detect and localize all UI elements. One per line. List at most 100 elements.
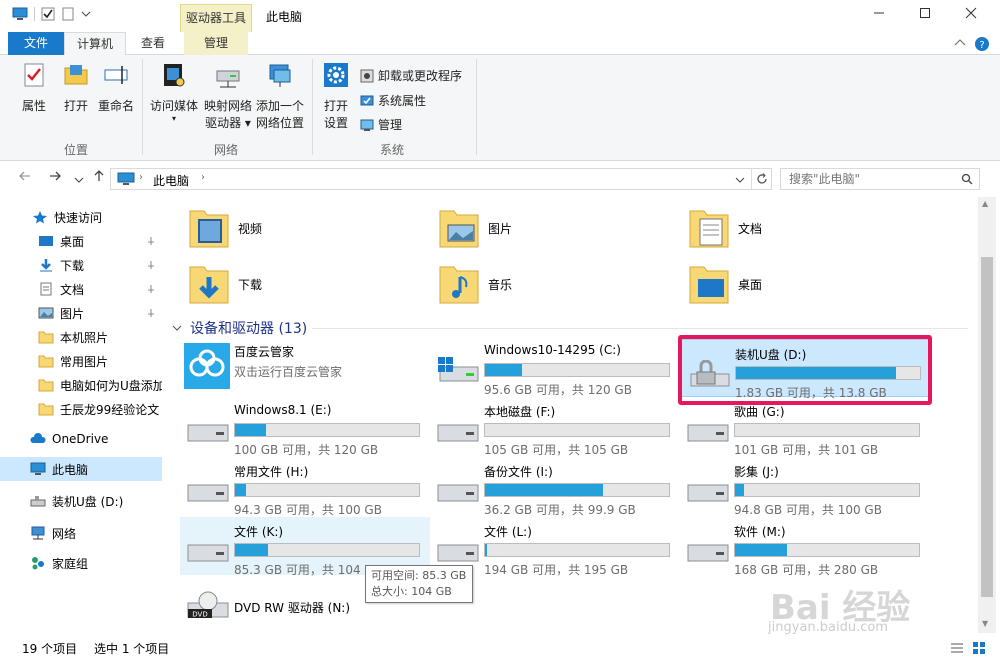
new-folder-icon[interactable] (61, 7, 75, 21)
breadcrumb[interactable]: 此电脑 (153, 172, 189, 189)
devices-section-header[interactable]: 设备和驱动器 (13) (172, 318, 307, 338)
drive-i-usage-bar (484, 483, 670, 497)
details-view-icon[interactable] (950, 641, 964, 655)
folder-documents[interactable]: 文档 (688, 203, 888, 253)
properties-button[interactable]: 属性 (14, 61, 54, 115)
search-input[interactable] (789, 170, 959, 188)
arrow-left-icon (19, 171, 30, 181)
windows-drive-icon (438, 357, 479, 382)
computer-icon[interactable] (12, 7, 28, 21)
hard-drive-icon (437, 424, 479, 442)
tab-view[interactable]: 查看 (128, 32, 178, 55)
open-settings-button[interactable]: 打开 设置 (318, 61, 354, 132)
picture-folder-icon (439, 210, 479, 248)
up-button[interactable] (92, 169, 106, 187)
close-button[interactable] (948, 0, 994, 30)
open-folder-icon (64, 65, 88, 85)
nav-network[interactable]: 网络 (0, 521, 162, 545)
folder-icon (38, 355, 54, 368)
nav-this-pc[interactable]: 此电脑 (0, 457, 162, 481)
gear-icon (324, 63, 348, 87)
back-button[interactable] (18, 169, 32, 187)
folder-music[interactable]: 音乐 (438, 259, 638, 309)
vertical-scrollbar[interactable]: ▲ ▼ (978, 197, 996, 633)
breadcrumb-chevron-icon[interactable]: › (201, 172, 205, 183)
minimize-icon (874, 12, 884, 14)
uninstall-programs-button[interactable]: 卸载或更改程序 (360, 67, 462, 84)
nav-folder-renchenlong[interactable]: 壬辰龙99经验论文 (0, 397, 162, 421)
chevron-down-icon[interactable] (735, 175, 745, 185)
add-network-location-button[interactable]: 添加一个 网络位置 (254, 61, 306, 132)
nav-folder-howto-usb[interactable]: 电脑如何为U盘添加 (0, 373, 162, 397)
nav-onedrive[interactable]: OneDrive (0, 427, 162, 451)
drive-j-usage-bar (734, 483, 920, 497)
folder-downloads[interactable]: 下载 (188, 259, 388, 309)
homegroup-icon (32, 557, 44, 570)
hard-drive-icon (687, 424, 729, 442)
chevron-up-icon[interactable] (954, 38, 966, 48)
drive-j[interactable]: 影集 (J:) 94.8 GB 可用，共 100 GB (680, 457, 930, 517)
nav-downloads[interactable]: 下载 (0, 253, 162, 277)
drive-i[interactable]: 备份文件 (I:) 36.2 GB 可用，共 99.9 GB (430, 457, 680, 517)
maximize-button[interactable] (902, 0, 948, 30)
hard-drive-icon (187, 424, 229, 442)
nav-pictures[interactable]: 图片 (0, 301, 162, 325)
scrollbar-thumb[interactable] (981, 257, 993, 597)
drive-e[interactable]: Windows8.1 (E:) 100 GB 可用，共 120 GB (180, 397, 430, 457)
tab-manage[interactable]: 管理 (184, 32, 248, 55)
network-group-label: 网络 (214, 143, 239, 157)
nav-folder-common-pics[interactable]: 常用图片 (0, 349, 162, 373)
manage-button[interactable]: 管理 (360, 116, 402, 133)
rename-button[interactable]: 重命名 (96, 61, 136, 115)
pin-icon[interactable] (146, 284, 156, 294)
nav-usb-drive[interactable]: 装机U盘 (D:) (0, 489, 162, 513)
search-icon[interactable] (961, 173, 973, 185)
network-location-icon (269, 64, 291, 87)
scroll-up-icon[interactable]: ▲ (982, 199, 988, 208)
forward-button[interactable] (48, 169, 62, 187)
properties-check-icon[interactable] (41, 7, 55, 21)
nav-documents[interactable]: 文档 (0, 277, 162, 301)
drive-g[interactable]: 歌曲 (G:) 101 GB 可用，共 101 GB (680, 397, 930, 457)
baidu-cloud-icon (184, 343, 230, 389)
manage-icon (360, 119, 374, 131)
address-bar[interactable]: › 此电脑 › (110, 168, 772, 190)
pin-icon[interactable] (146, 260, 156, 270)
hard-drive-icon (437, 484, 479, 502)
pin-icon[interactable] (146, 308, 156, 318)
media-icon (164, 64, 185, 87)
drive-l-usage-bar (484, 543, 670, 557)
minimize-button[interactable] (856, 0, 902, 30)
hard-drive-icon (687, 484, 729, 502)
refresh-icon[interactable] (755, 172, 769, 186)
tab-computer[interactable]: 计算机 (64, 32, 126, 56)
nav-homegroup[interactable]: 家庭组 (0, 551, 162, 575)
baidu-cloud-item[interactable]: 百度云管家 双击运行百度云管家 (180, 337, 430, 395)
tiles-view-icon[interactable] (972, 641, 986, 655)
recent-locations-button[interactable] (74, 171, 84, 189)
folder-desktop[interactable]: 桌面 (688, 259, 888, 309)
computer-icon (30, 462, 46, 475)
picture-icon (38, 307, 54, 319)
nav-quick-access[interactable]: 快速访问 (0, 205, 162, 229)
access-media-button[interactable]: 访问媒体 ▾ (148, 61, 200, 123)
system-properties-button[interactable]: 系统属性 (360, 92, 426, 109)
nav-desktop[interactable]: 桌面 (0, 229, 162, 253)
drive-m[interactable]: 软件 (M:) 168 GB 可用，共 280 GB (680, 517, 930, 577)
chevron-down-icon[interactable] (81, 9, 91, 19)
drive-tools-context-tab[interactable]: 驱动器工具 (180, 4, 252, 32)
pin-icon[interactable] (146, 236, 156, 246)
breadcrumb-separator-icon[interactable]: › (139, 172, 143, 183)
open-button[interactable]: 打开 (58, 61, 94, 115)
drive-h[interactable]: 常用文件 (H:) 94.3 GB 可用，共 100 GB (180, 457, 430, 517)
drive-c[interactable]: Windows10-14295 (C:) 95.6 GB 可用，共 120 GB (430, 337, 680, 397)
nav-folder-local-photos[interactable]: 本机照片 (0, 325, 162, 349)
drive-f[interactable]: 本地磁盘 (F:) 105 GB 可用，共 105 GB (430, 397, 680, 457)
folder-videos[interactable]: 视频 (188, 203, 388, 253)
scroll-down-icon[interactable]: ▼ (982, 619, 988, 628)
folder-pictures[interactable]: 图片 (438, 203, 638, 253)
map-network-drive-button[interactable]: 映射网络 驱动器 ▾ (202, 61, 254, 132)
properties-icon (24, 63, 44, 87)
help-icon[interactable]: ? (974, 36, 990, 52)
tab-file[interactable]: 文件 (8, 32, 64, 55)
